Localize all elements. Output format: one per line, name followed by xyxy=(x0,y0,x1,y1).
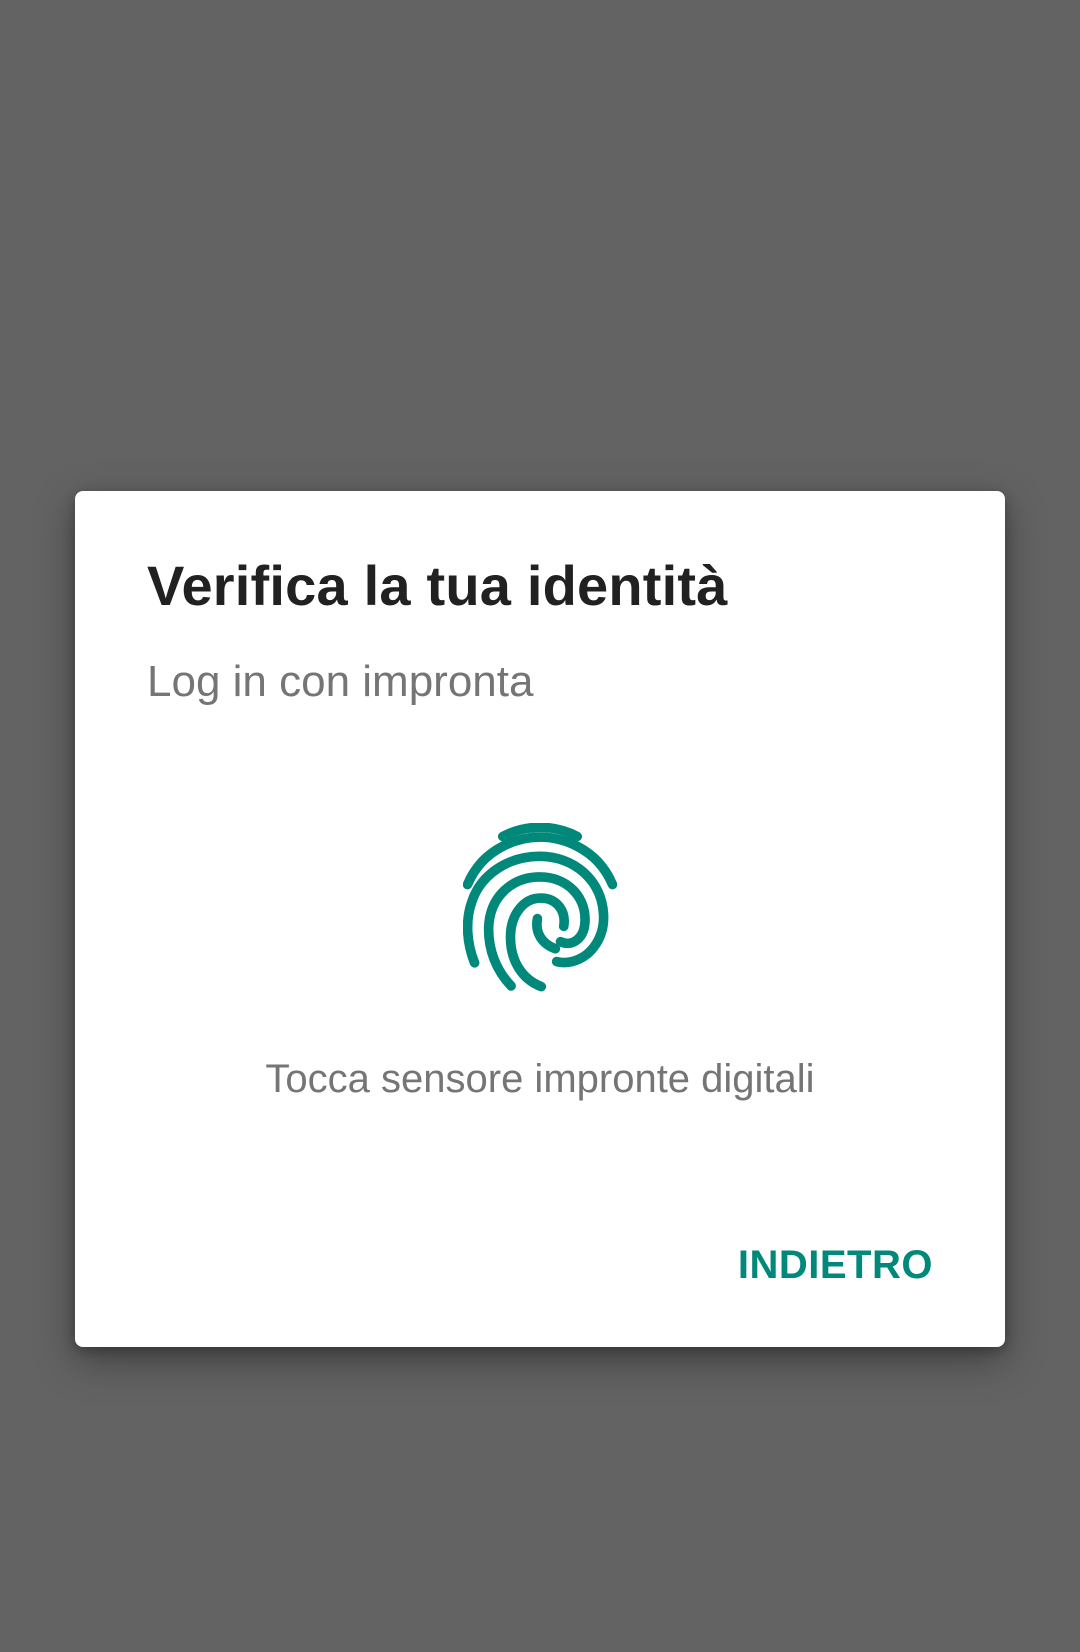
dialog-title: Verifica la tua identità xyxy=(147,554,728,617)
back-button[interactable]: INDIETRO xyxy=(738,1239,933,1292)
biometric-dialog: Verifica la tua identità Log in con impr… xyxy=(75,491,1005,1347)
fingerprint-hint: Tocca sensore impronte digitali xyxy=(265,1057,815,1101)
fingerprint-icon xyxy=(463,823,617,993)
dialog-subtitle: Log in con impronta xyxy=(147,657,534,706)
